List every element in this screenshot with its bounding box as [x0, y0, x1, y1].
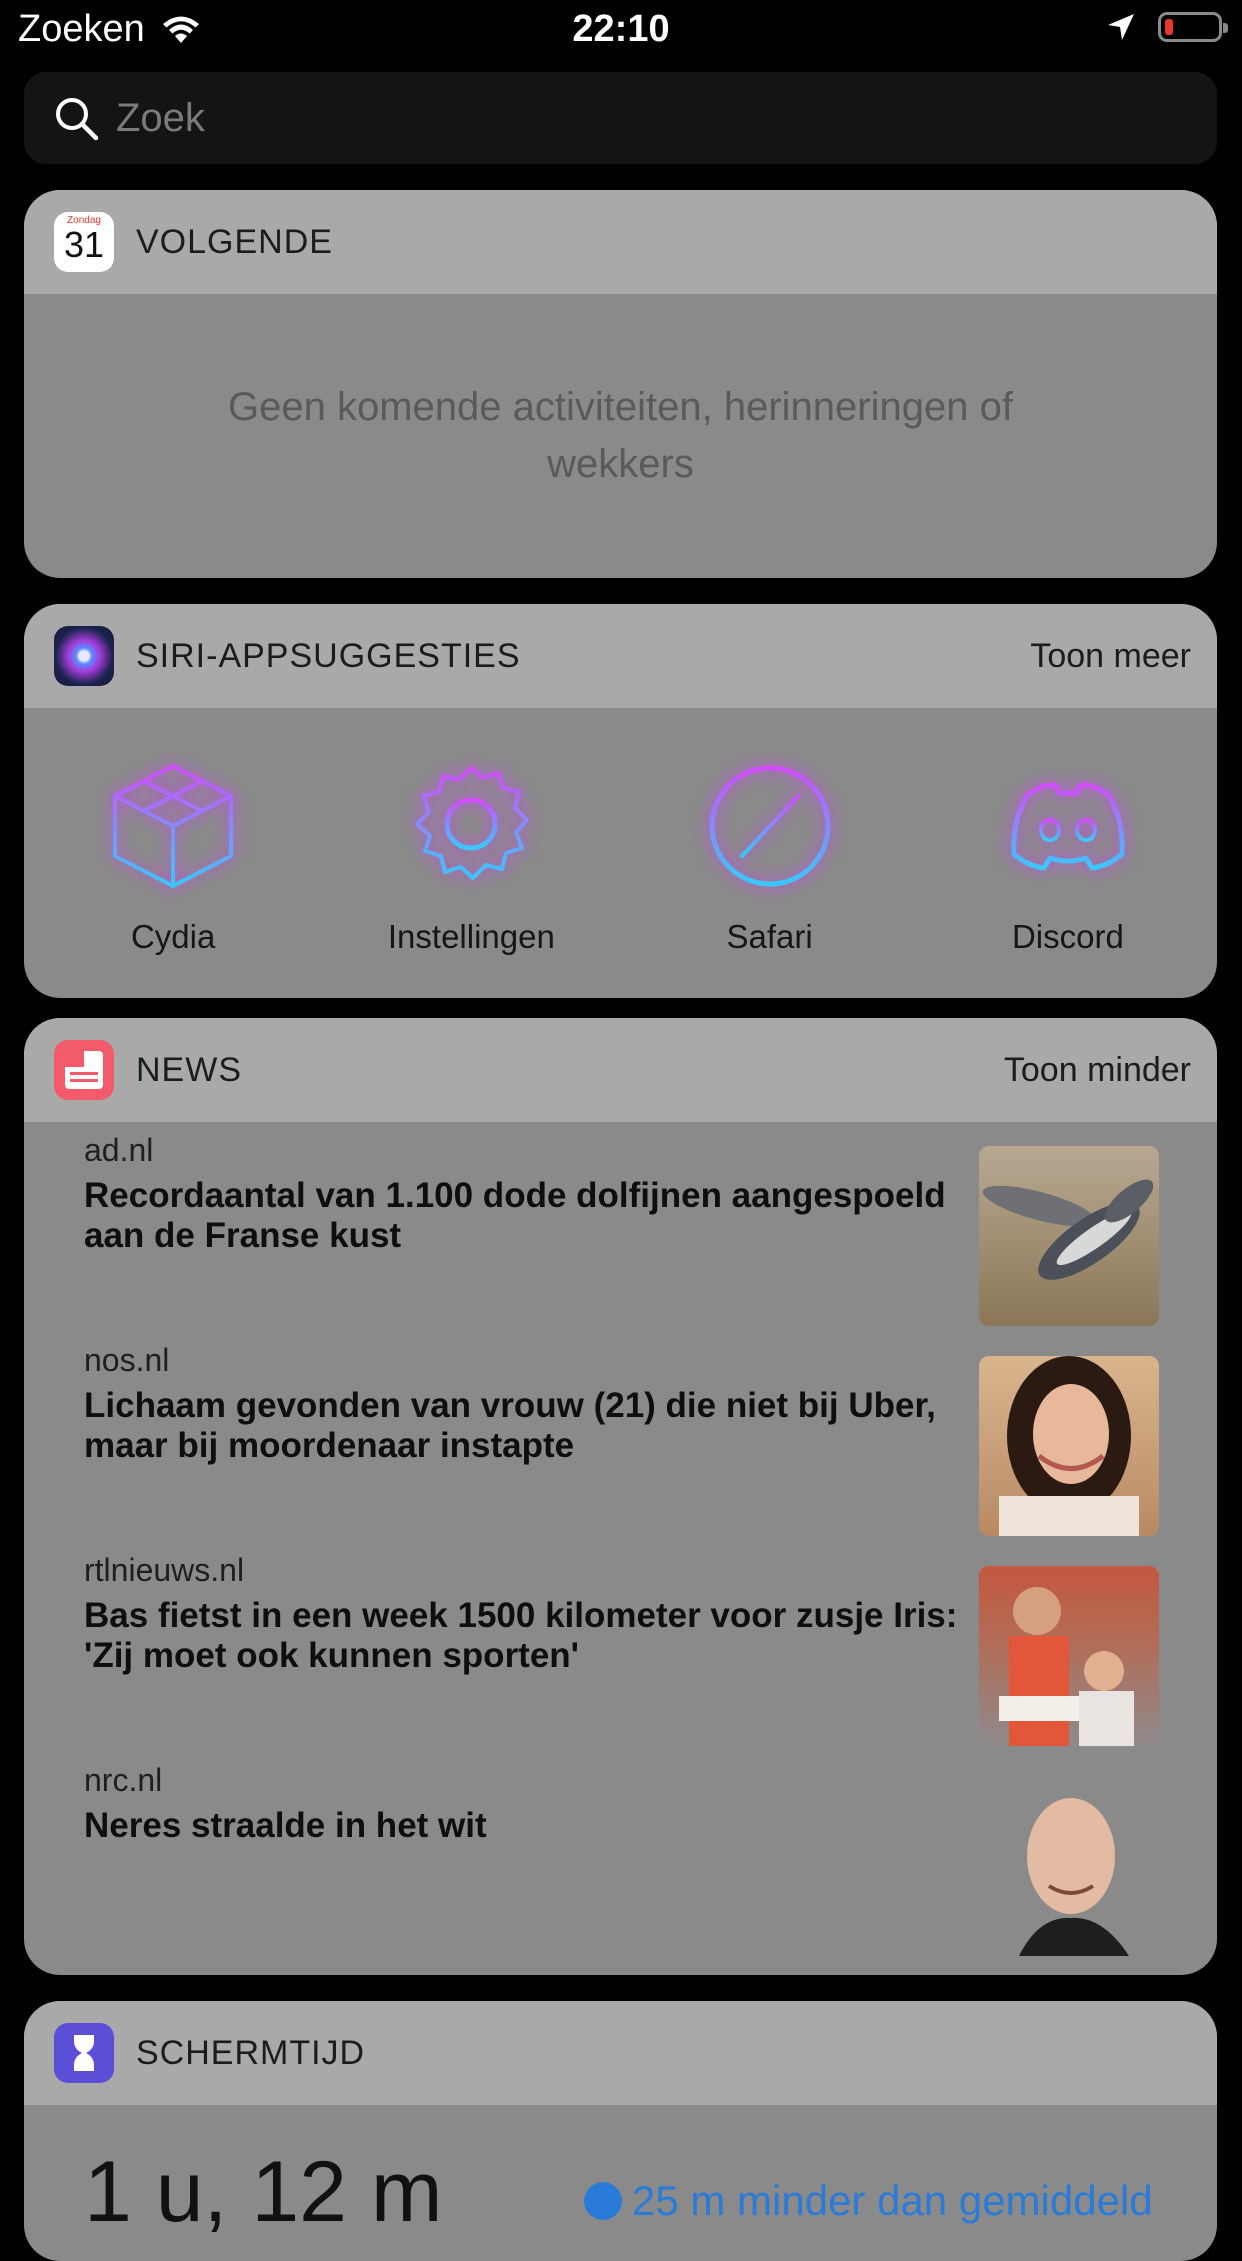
app-instellingen[interactable]: Instellingen [341, 708, 601, 998]
discord-icon [1011, 782, 1125, 871]
siri-suggestions-widget: SIRI-APPSUGGESTIES Toon meer Cydia Inste… [24, 604, 1217, 998]
app-label: Cydia [130, 918, 216, 955]
news-source: nos.nl [84, 1342, 170, 1378]
news-widget-title: NEWS [136, 1050, 242, 1089]
news-icon [54, 1040, 114, 1100]
news-list: ad.nl Recordaantal van 1.100 dode dolfij… [24, 1122, 1217, 1972]
status-bar: Zoeken 22:10 [0, 0, 1242, 62]
app-label: Discord [1011, 918, 1124, 955]
show-less-button[interactable]: Toon minder [1004, 1051, 1191, 1090]
screen-time-title: SCHERMTIJD [136, 2033, 366, 2072]
siri-icon [54, 626, 114, 686]
next-widget-body: Geen komende activiteiten, herinneringen… [24, 294, 1217, 578]
next-widget-title: VOLGENDE [136, 222, 333, 261]
screen-time-header: SCHERMTIJD [24, 2001, 1217, 2105]
app-label: Safari [726, 918, 813, 955]
news-item[interactable]: nos.nl Lichaam gevonden van vrouw (21) d… [24, 1342, 1217, 1552]
news-source: nrc.nl [84, 1762, 163, 1798]
man-portrait-photo [979, 1776, 1159, 1956]
down-arrow-icon [584, 2182, 622, 2220]
app-safari[interactable]: Safari [640, 708, 900, 998]
app-discord[interactable]: Discord [938, 708, 1198, 998]
screen-time-body[interactable]: 1 u, 12 m 25 m minder dan gemiddeld [24, 2105, 1217, 2240]
hourglass-icon [54, 2023, 114, 2083]
location-arrow-icon [1108, 14, 1134, 40]
news-widget: NEWS Toon minder ad.nl Recordaantal van … [24, 1018, 1217, 1975]
news-headline: Neres straalde in het wit [84, 1806, 487, 1845]
next-widget: Zondag 31 VOLGENDE Geen komende activite… [24, 190, 1217, 578]
clock: 22:10 [572, 8, 670, 50]
dolphins-photo [979, 1146, 1159, 1326]
screen-time-widget: SCHERMTIJD 1 u, 12 m 25 m minder dan gem… [24, 2001, 1217, 2261]
news-headline: Lichaam gevonden van vrouw (21) die niet… [84, 1386, 936, 1465]
settings-icon [415, 766, 530, 880]
next-widget-header[interactable]: Zondag 31 VOLGENDE [24, 190, 1217, 294]
safari-icon [709, 765, 831, 887]
battery-icon [1158, 12, 1228, 42]
calendar-icon: Zondag 31 [54, 212, 114, 272]
cydia-icon [113, 764, 234, 888]
news-source: ad.nl [84, 1132, 154, 1168]
news-source: rtlnieuws.nl [84, 1552, 245, 1588]
portrait-photo [979, 1356, 1159, 1536]
screen-time-comparison: 25 m minder dan gemiddeld [584, 2177, 1153, 2225]
news-headline: Bas fietst in een week 1500 kilometer vo… [84, 1596, 958, 1675]
battery-level [1165, 19, 1173, 35]
app-label: Instellingen [387, 918, 555, 955]
app-suggestions: Cydia Instellingen Safari Discord [24, 708, 1217, 998]
cyclists-photo [979, 1566, 1159, 1746]
news-widget-header: NEWS Toon minder [24, 1018, 1217, 1122]
search-bar[interactable] [24, 72, 1217, 164]
search-icon [56, 98, 99, 141]
app-cydia[interactable]: Cydia [43, 708, 303, 998]
comparison-text: 25 m minder dan gemiddeld [632, 2177, 1153, 2224]
calendar-icon-date: 31 [63, 224, 105, 265]
news-item[interactable]: ad.nl Recordaantal van 1.100 dode dolfij… [24, 1132, 1217, 1342]
empty-message: Geen komende activiteiten, herinneringen… [228, 385, 1013, 486]
news-item[interactable]: rtlnieuws.nl Bas fietst in een week 1500… [24, 1552, 1217, 1762]
siri-widget-title: SIRI-APPSUGGESTIES [136, 636, 521, 675]
siri-widget-header: SIRI-APPSUGGESTIES Toon meer [24, 604, 1217, 708]
status-right [1106, 12, 1228, 42]
screen-time-total: 1 u, 12 m [84, 2144, 443, 2240]
search-input[interactable] [114, 94, 1018, 142]
news-item[interactable]: nrc.nl Neres straalde in het wit [24, 1762, 1217, 1972]
news-headline: Recordaantal van 1.100 dode dolfijnen aa… [84, 1176, 946, 1255]
show-more-button[interactable]: Toon meer [1030, 637, 1191, 676]
